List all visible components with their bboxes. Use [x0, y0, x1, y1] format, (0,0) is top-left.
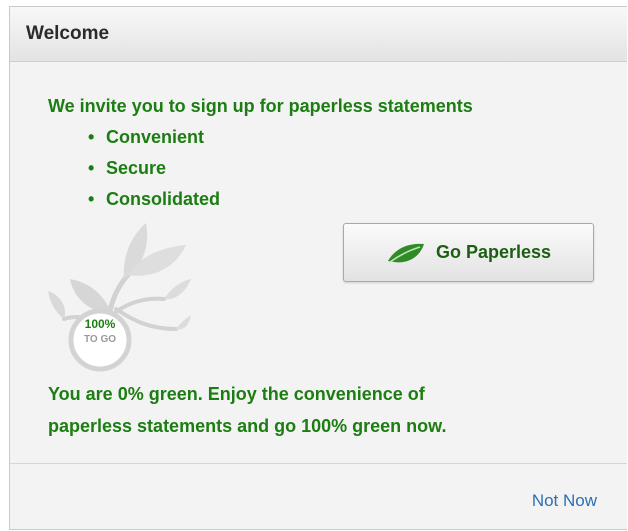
bullet-icon: • — [88, 127, 95, 147]
intro-text: We invite you to sign up for paperless s… — [48, 96, 473, 116]
dialog-footer: Not Now — [10, 463, 627, 529]
welcome-dialog: Welcome We invite you to sign up for pap… — [9, 6, 627, 530]
go-paperless-button[interactable]: Go Paperless — [343, 223, 594, 282]
list-item: • Convenient — [88, 122, 220, 153]
benefit-secure: Secure — [106, 158, 167, 178]
list-item: • Secure — [88, 153, 220, 184]
badge-caption: TO GO — [83, 334, 117, 345]
green-status-text: You are 0% green. Enjoy the convenience … — [48, 378, 446, 442]
status-line-2: paperless statements and go 100% green n… — [48, 416, 447, 436]
status-line-1: You are 0% green. Enjoy the convenience … — [48, 384, 425, 404]
not-now-link[interactable]: Not Now — [532, 491, 597, 511]
dialog-titlebar: Welcome — [10, 7, 627, 62]
dialog-title: Welcome — [26, 23, 110, 44]
badge-label: 100% TO GO — [70, 317, 130, 347]
leaf-icon — [387, 243, 424, 263]
benefit-convenient: Convenient — [106, 127, 205, 147]
benefits-list: • Convenient • Secure • Consolidated — [88, 122, 220, 215]
benefit-consolidated: Consolidated — [106, 189, 221, 209]
bullet-icon: • — [88, 158, 95, 178]
badge-percent: 100% — [84, 317, 116, 331]
plant-badge-icon — [48, 223, 191, 372]
dialog-body: We invite you to sign up for paperless s… — [10, 62, 627, 463]
go-paperless-label: Go Paperless — [435, 242, 552, 262]
list-item: • Consolidated — [88, 184, 220, 215]
bullet-icon: • — [88, 189, 95, 209]
